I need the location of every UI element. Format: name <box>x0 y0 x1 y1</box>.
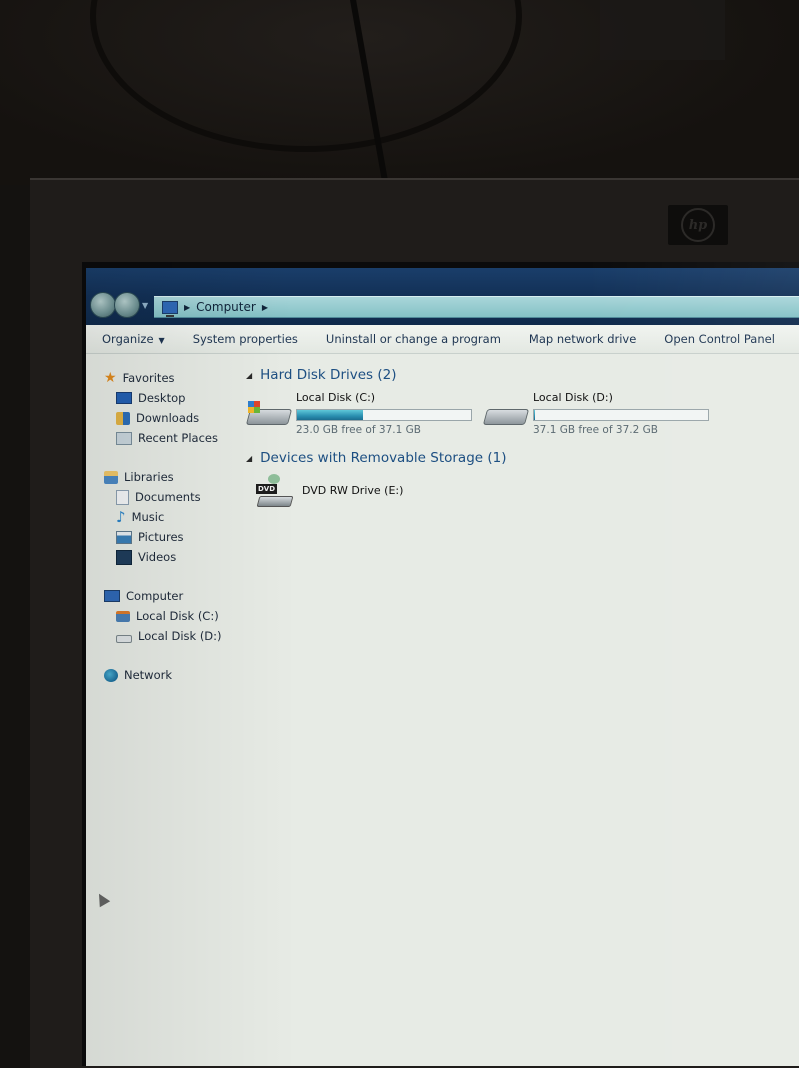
address-bar[interactable]: ▶ Computer ▶ <box>154 296 799 318</box>
title-bar: ▼ ▶ Computer ▶ <box>86 268 799 325</box>
drive-free-space: 23.0 GB free of 37.1 GB <box>296 424 421 436</box>
background-wall <box>0 0 799 185</box>
computer-icon <box>162 300 178 317</box>
videos-icon <box>116 549 132 565</box>
file-list-pane: ◢ Hard Disk Drives (2) Local Disk (C:) 2… <box>236 354 799 1066</box>
sidebar-item-libraries[interactable]: Libraries <box>86 467 236 487</box>
libraries-icon <box>104 470 118 484</box>
drive-name: Local Disk (C:) <box>296 391 376 404</box>
desktop-icon <box>116 392 132 404</box>
network-icon <box>104 668 118 682</box>
nav-group-libraries: Libraries Documents ♪ Music Pictures Vid… <box>86 467 236 567</box>
sidebar-item-documents[interactable]: Documents <box>86 487 236 507</box>
breadcrumb-computer[interactable]: Computer <box>196 300 256 314</box>
downloads-icon <box>116 411 130 425</box>
explorer-window: ▼ ▶ Computer ▶ Organize ▼ System properti… <box>86 268 799 1066</box>
sidebar-item-desktop[interactable]: Desktop <box>86 388 236 408</box>
uninstall-program-button[interactable]: Uninstall or change a program <box>312 332 515 346</box>
organize-button[interactable]: Organize ▼ <box>86 332 179 346</box>
device-item-dvd[interactable]: DVD DVD RW Drive (E:) <box>256 474 799 512</box>
drive-item-d[interactable]: Local Disk (D:) 37.1 GB free of 37.2 GB <box>482 389 720 439</box>
recent-places-icon <box>116 431 132 445</box>
monitor-screen: ▼ ▶ Computer ▶ Organize ▼ System properti… <box>82 262 799 1066</box>
sidebar-item-favorites[interactable]: ★ Favorites <box>86 368 236 388</box>
sidebar-item-computer[interactable]: Computer <box>86 586 236 606</box>
sidebar-item-local-disk-d[interactable]: Local Disk (D:) <box>86 626 236 646</box>
wall-sticker <box>600 0 725 60</box>
documents-icon <box>116 489 129 505</box>
collapse-triangle-icon[interactable]: ◢ <box>246 371 252 380</box>
map-network-drive-button[interactable]: Map network drive <box>515 332 650 346</box>
command-bar: Organize ▼ System properties Uninstall or… <box>86 325 799 354</box>
wall-shadow-arc <box>90 0 522 152</box>
breadcrumb-arrow-icon[interactable]: ▶ <box>262 303 268 312</box>
removable-storage-header[interactable]: ◢ Devices with Removable Storage (1) <box>246 448 799 468</box>
drive-usage-fill <box>534 410 535 420</box>
hard-disk-icon <box>482 399 530 429</box>
windows-hard-disk-icon <box>245 399 293 429</box>
drive-usage-fill <box>297 410 364 420</box>
music-icon: ♪ <box>116 507 126 526</box>
sidebar-item-recent-places[interactable]: Recent Places <box>86 428 236 448</box>
device-name: DVD RW Drive (E:) <box>302 483 404 497</box>
nav-group-network: Network <box>86 665 236 685</box>
dvd-drive-icon: DVD <box>256 474 296 512</box>
computer-icon <box>104 590 120 602</box>
nav-group-favorites: ★ Favorites Desktop Downloads Recent Pla… <box>86 368 236 448</box>
forward-arrow-icon[interactable] <box>114 292 140 318</box>
collapse-triangle-icon[interactable]: ◢ <box>246 454 252 463</box>
sidebar-item-downloads[interactable]: Downloads <box>86 408 236 428</box>
breadcrumb-arrow-icon[interactable]: ▶ <box>184 303 190 312</box>
local-disk-c-icon <box>116 610 130 622</box>
pictures-icon <box>116 530 132 544</box>
chevron-down-icon[interactable]: ▼ <box>142 301 148 310</box>
sidebar-item-pictures[interactable]: Pictures <box>86 527 236 547</box>
back-arrow-icon[interactable] <box>90 292 116 318</box>
drive-usage-bar <box>533 409 709 421</box>
sidebar-item-videos[interactable]: Videos <box>86 547 236 567</box>
sidebar-item-local-disk-c[interactable]: Local Disk (C:) <box>86 606 236 626</box>
drive-free-space: 37.1 GB free of 37.2 GB <box>533 424 658 436</box>
navigation-pane: ★ Favorites Desktop Downloads Recent Pla… <box>86 354 236 1066</box>
hp-logo-icon: hp <box>668 205 728 245</box>
hard-disk-drives-header[interactable]: ◢ Hard Disk Drives (2) <box>246 365 799 385</box>
drive-item-c[interactable]: Local Disk (C:) 23.0 GB free of 37.1 GB <box>245 389 483 439</box>
system-properties-button[interactable]: System properties <box>179 332 312 346</box>
local-disk-d-icon <box>116 634 132 643</box>
drive-usage-bar <box>296 409 472 421</box>
sidebar-item-music[interactable]: ♪ Music <box>86 507 236 527</box>
content-area: ★ Favorites Desktop Downloads Recent Pla… <box>86 354 799 1066</box>
chevron-down-icon: ▼ <box>158 336 165 345</box>
drive-name: Local Disk (D:) <box>533 391 613 404</box>
sidebar-item-network[interactable]: Network <box>86 665 236 685</box>
star-icon: ★ <box>104 369 117 386</box>
open-control-panel-button[interactable]: Open Control Panel <box>650 332 789 346</box>
nav-group-computer: Computer Local Disk (C:) Local Disk (D:) <box>86 586 236 646</box>
hard-disk-list: Local Disk (C:) 23.0 GB free of 37.1 GB <box>245 389 799 439</box>
